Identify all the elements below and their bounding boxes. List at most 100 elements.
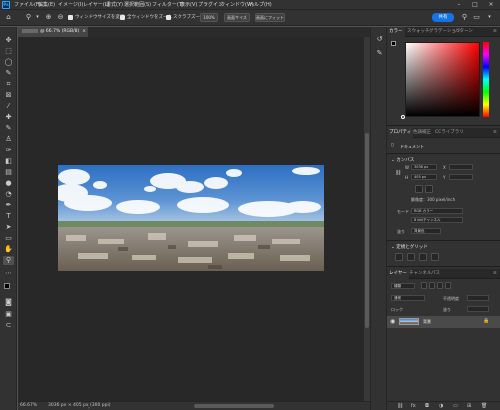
dodge-tool-icon[interactable]: ◔ bbox=[3, 190, 14, 199]
mode-select[interactable]: RGB カラー bbox=[411, 208, 463, 214]
zoom-level[interactable]: 66.67% bbox=[20, 402, 37, 410]
horizontal-scrollbar[interactable] bbox=[194, 404, 274, 408]
healing-brush-tool-icon[interactable]: ✚ bbox=[3, 113, 14, 122]
filter-shape-icon[interactable] bbox=[445, 282, 451, 289]
zoom-in-icon[interactable]: ⊕ bbox=[44, 13, 53, 22]
lasso-tool-icon[interactable]: ◯ bbox=[3, 58, 14, 67]
type-tool-icon[interactable]: T bbox=[3, 212, 14, 221]
group-icon[interactable]: ▭ bbox=[453, 403, 458, 409]
foreground-color-swatch[interactable] bbox=[4, 283, 10, 289]
blend-mode-select[interactable]: 通常 bbox=[391, 295, 425, 301]
tab-patterns[interactable]: パターン bbox=[453, 27, 475, 37]
screen-mode-icon[interactable]: ▣ bbox=[3, 310, 14, 319]
more-tools-icon[interactable]: ⋯ bbox=[3, 269, 14, 278]
share-button[interactable]: 共有 bbox=[432, 13, 454, 22]
eraser-tool-icon[interactable]: ◧ bbox=[3, 157, 14, 166]
quick-select-tool-icon[interactable]: ✎ bbox=[3, 69, 14, 78]
fx-icon[interactable]: fx bbox=[411, 403, 416, 409]
layer-row[interactable]: ◉ 背景 🔒 bbox=[387, 316, 500, 328]
chevron-right-icon[interactable]: › bbox=[88, 405, 94, 410]
snap-button[interactable] bbox=[431, 253, 439, 261]
tab-adjustments[interactable]: 色調補正 bbox=[411, 128, 433, 138]
history-brush-tool-icon[interactable]: ✑ bbox=[3, 146, 14, 155]
marquee-tool-icon[interactable]: ⬚ bbox=[3, 47, 14, 56]
menu-view[interactable]: 表示(V) bbox=[180, 2, 197, 8]
link-icon[interactable]: ⛓ bbox=[395, 170, 401, 176]
maximize-icon[interactable]: □ bbox=[468, 0, 482, 10]
document-tab[interactable]: @ 66.7% (RGB/8) × bbox=[18, 27, 88, 37]
mask-icon[interactable]: ◘ bbox=[425, 403, 429, 409]
move-tool-icon[interactable]: ✥ bbox=[3, 36, 14, 45]
all-windows-checkbox[interactable] bbox=[120, 15, 125, 20]
tab-paths[interactable]: パス bbox=[429, 269, 442, 279]
fit-windows-checkbox[interactable] bbox=[68, 15, 73, 20]
hue-slider[interactable] bbox=[483, 42, 489, 117]
menu-file[interactable]: ファイル(F) bbox=[14, 2, 41, 8]
blur-tool-icon[interactable]: ● bbox=[3, 179, 14, 188]
share-doc-icon[interactable]: ⊂ bbox=[3, 321, 14, 330]
layer-name[interactable]: 背景 bbox=[423, 319, 431, 325]
search-icon[interactable]: ⚲ bbox=[460, 13, 469, 22]
zoom-tool-icon[interactable]: ⚲ bbox=[3, 256, 14, 265]
visibility-eye-icon[interactable]: ◉ bbox=[390, 318, 395, 325]
brush-tool-icon[interactable]: ✎ bbox=[3, 124, 14, 133]
clone-stamp-tool-icon[interactable]: ♙ bbox=[3, 135, 14, 144]
fill-screen-button[interactable]: 画面にフィット bbox=[255, 13, 285, 22]
zoom-tool-icon[interactable]: ⚲ bbox=[24, 13, 33, 22]
grid-button[interactable] bbox=[407, 253, 415, 261]
panel-menu-icon[interactable]: ≡ bbox=[491, 128, 499, 138]
color-fg-mini[interactable] bbox=[391, 41, 396, 46]
brushes-panel-icon[interactable]: ✎ bbox=[374, 49, 385, 58]
y-field[interactable] bbox=[449, 174, 473, 180]
close-icon[interactable]: × bbox=[484, 0, 498, 10]
color-field[interactable] bbox=[405, 42, 480, 117]
bit-depth-select[interactable]: 8 bit/チャンネル bbox=[411, 217, 463, 223]
layer-filter-kind[interactable]: 種類 bbox=[391, 283, 415, 289]
fit-screen-button[interactable]: 画面サイズ bbox=[224, 13, 250, 22]
eyedropper-tool-icon[interactable]: ⁄ bbox=[3, 102, 14, 111]
x-field[interactable] bbox=[449, 164, 473, 170]
menu-type[interactable]: 書式(Y) bbox=[106, 2, 123, 8]
pen-tool-icon[interactable]: ✒ bbox=[3, 201, 14, 210]
new-layer-icon[interactable]: ⊞ bbox=[467, 403, 471, 409]
history-panel-icon[interactable]: ↺ bbox=[374, 35, 385, 44]
minimize-icon[interactable]: – bbox=[452, 0, 466, 10]
hand-tool-icon[interactable]: ✋ bbox=[3, 245, 14, 254]
close-tab-icon[interactable]: × bbox=[82, 29, 86, 34]
panel-menu-icon[interactable]: ≡ bbox=[491, 27, 499, 37]
rectangle-tool-icon[interactable]: ▭ bbox=[3, 234, 14, 243]
trash-icon[interactable]: 🗑 bbox=[481, 403, 487, 409]
zoom-out-icon[interactable]: ⊖ bbox=[56, 13, 65, 22]
chevron-down-icon[interactable]: ▾ bbox=[33, 13, 42, 22]
scrubby-zoom-checkbox[interactable] bbox=[166, 15, 171, 20]
menu-select[interactable]: 選択範囲(S) bbox=[124, 2, 151, 8]
filter-pixel-icon[interactable] bbox=[421, 282, 427, 289]
fill-select[interactable]: 背景色 bbox=[411, 228, 441, 234]
frame-tool-icon[interactable]: ⊠ bbox=[3, 91, 14, 100]
layer-fill-field[interactable] bbox=[467, 306, 489, 312]
home-icon[interactable]: ⌂ bbox=[4, 13, 13, 22]
guides-button[interactable] bbox=[419, 253, 427, 261]
crop-tool-icon[interactable]: ⌗ bbox=[3, 80, 14, 89]
filter-type-icon[interactable] bbox=[437, 282, 443, 289]
quick-mask-icon[interactable]: ◙ bbox=[3, 298, 14, 307]
ruler-units-button[interactable] bbox=[395, 253, 403, 261]
workspace-icon[interactable]: ▭ bbox=[472, 13, 481, 22]
width-field[interactable]: 3036 px bbox=[411, 164, 437, 170]
canvas-section-title[interactable]: ⌄ カンバス bbox=[391, 157, 414, 163]
chevron-down-icon[interactable]: ▾ bbox=[485, 13, 494, 22]
rulers-grids-section-title[interactable]: ⌄ 定規とグリッド bbox=[391, 244, 428, 250]
menu-edit[interactable]: 編集(E) bbox=[38, 2, 55, 8]
path-select-tool-icon[interactable]: ➤ bbox=[3, 223, 14, 232]
panel-menu-icon[interactable]: ≡ bbox=[491, 269, 499, 279]
filter-adjust-icon[interactable] bbox=[429, 282, 435, 289]
portrait-orientation-button[interactable] bbox=[415, 185, 423, 193]
height-field[interactable]: 405 px bbox=[411, 174, 437, 180]
zoom-100-button[interactable]: 100% bbox=[200, 13, 218, 22]
document-info[interactable]: 3036 px × 405 px (300 ppi) bbox=[48, 402, 111, 410]
menu-help[interactable]: ヘルプ(H) bbox=[249, 2, 272, 8]
link-layers-icon[interactable]: ⛓ bbox=[397, 403, 403, 409]
tab-cc-libraries[interactable]: CCライブラリ bbox=[433, 128, 466, 138]
gradient-tool-icon[interactable]: ▤ bbox=[3, 168, 14, 177]
opacity-field[interactable] bbox=[467, 295, 489, 301]
